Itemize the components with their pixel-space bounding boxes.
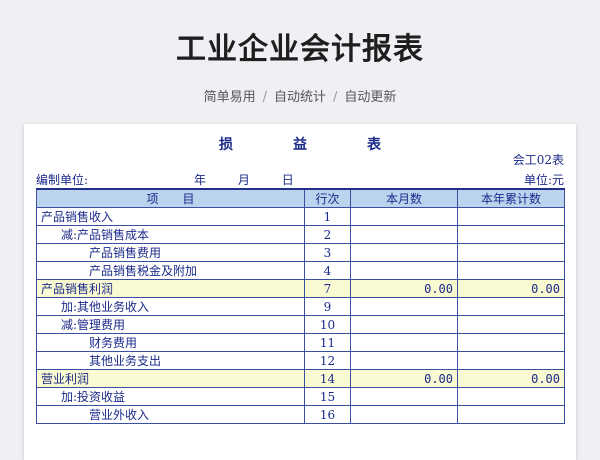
row-prefix: 减: bbox=[61, 228, 78, 242]
table-row: 减:管理费用 10 bbox=[36, 315, 565, 334]
row-line-number[interactable]: 12 bbox=[304, 351, 351, 370]
row-prefix: 加: bbox=[61, 390, 78, 404]
row-month-amount[interactable] bbox=[350, 315, 458, 334]
table-row: 产品销售利润 7 0.00 0.00 bbox=[36, 279, 565, 298]
row-item-cell[interactable]: 营业利润 bbox=[36, 369, 305, 388]
column-header-ytd: 本年累计数 bbox=[457, 188, 565, 208]
income-statement-table: 项 目 行次 本月数 本年累计数 产品销售收入 1 减:产品销售成本 2 产品销售费用 3… bbox=[36, 188, 565, 424]
row-ytd-amount[interactable] bbox=[457, 261, 565, 280]
row-ytd-amount[interactable] bbox=[457, 315, 565, 334]
row-month-amount[interactable] bbox=[350, 387, 458, 406]
separator: / bbox=[262, 90, 267, 105]
row-item-cell[interactable]: 产品销售费用 bbox=[36, 243, 305, 262]
row-item-cell[interactable]: 产品销售税金及附加 bbox=[36, 261, 305, 280]
row-label: 财务费用 bbox=[89, 336, 138, 350]
column-header-line: 行次 bbox=[304, 188, 351, 208]
row-item-cell[interactable]: 财务费用 bbox=[36, 333, 305, 352]
row-line-number[interactable]: 2 bbox=[304, 225, 351, 244]
row-line-number[interactable]: 4 bbox=[304, 261, 351, 280]
column-header-month: 本月数 bbox=[350, 188, 458, 208]
report-title: 损益表 bbox=[219, 137, 441, 153]
table-row: 减:产品销售成本 2 bbox=[36, 225, 565, 244]
row-item-cell[interactable]: 减:管理费用 bbox=[36, 315, 305, 334]
table-row: 财务费用 11 bbox=[36, 333, 565, 352]
row-month-amount[interactable] bbox=[350, 243, 458, 262]
row-line-number[interactable]: 3 bbox=[304, 243, 351, 262]
row-label: 其他业务收入 bbox=[77, 300, 150, 314]
row-ytd-amount[interactable] bbox=[457, 405, 565, 424]
row-ytd-amount[interactable] bbox=[457, 351, 565, 370]
report-sheet: 损益表 会工02表 编制单位: 年 月 日 单位:元 项 目 行次 本月数 本年… bbox=[24, 124, 576, 460]
row-label: 投资收益 bbox=[77, 390, 126, 404]
separator: / bbox=[333, 90, 338, 105]
row-line-number[interactable]: 15 bbox=[304, 387, 351, 406]
table-row: 营业外收入 16 bbox=[36, 405, 565, 424]
row-month-amount[interactable]: 0.00 bbox=[350, 369, 458, 388]
month-label: 月 bbox=[237, 173, 250, 187]
table-row: 产品销售收入 1 bbox=[36, 207, 565, 226]
row-label: 其他业务支出 bbox=[89, 354, 162, 368]
feature-auto-update: 自动更新 bbox=[344, 90, 397, 105]
report-date: 年 月 日 bbox=[194, 171, 322, 188]
row-month-amount[interactable] bbox=[350, 297, 458, 316]
row-prefix: 加: bbox=[61, 300, 78, 314]
row-item-cell[interactable]: 减:产品销售成本 bbox=[36, 225, 305, 244]
row-label: 产品销售成本 bbox=[77, 228, 150, 242]
currency-unit: 单位:元 bbox=[523, 173, 564, 187]
row-line-number[interactable]: 9 bbox=[304, 297, 351, 316]
row-ytd-amount[interactable] bbox=[457, 243, 565, 262]
row-prefix: 减: bbox=[61, 318, 78, 332]
table-row: 产品销售费用 3 bbox=[36, 243, 565, 262]
table-header-row: 项 目 行次 本月数 本年累计数 bbox=[36, 188, 565, 208]
row-item-cell[interactable]: 产品销售收入 bbox=[36, 207, 305, 226]
row-ytd-amount[interactable] bbox=[457, 297, 565, 316]
row-ytd-amount[interactable]: 0.00 bbox=[457, 369, 565, 388]
row-label: 产品销售收入 bbox=[41, 210, 114, 224]
preparing-unit-label: 编制单位: bbox=[36, 173, 89, 187]
row-item-cell[interactable]: 其他业务支出 bbox=[36, 351, 305, 370]
column-header-item: 项 目 bbox=[36, 188, 305, 208]
table-row: 其他业务支出 12 bbox=[36, 351, 565, 370]
row-month-amount[interactable] bbox=[350, 261, 458, 280]
row-ytd-amount[interactable] bbox=[457, 225, 565, 244]
row-month-amount[interactable]: 0.00 bbox=[350, 279, 458, 298]
form-code: 会工02表 bbox=[512, 153, 564, 167]
row-item-cell[interactable]: 加:投资收益 bbox=[36, 387, 305, 406]
row-label: 管理费用 bbox=[77, 318, 126, 332]
table-row: 加:其他业务收入 9 bbox=[36, 297, 565, 316]
row-line-number[interactable]: 10 bbox=[304, 315, 351, 334]
feature-auto-stats: 自动统计 bbox=[273, 90, 326, 105]
row-month-amount[interactable] bbox=[350, 405, 458, 424]
row-line-number[interactable]: 1 bbox=[304, 207, 351, 226]
table-row: 产品销售税金及附加 4 bbox=[36, 261, 565, 280]
row-month-amount[interactable] bbox=[350, 207, 458, 226]
day-label: 日 bbox=[281, 173, 294, 187]
row-item-cell[interactable]: 加:其他业务收入 bbox=[36, 297, 305, 316]
row-line-number[interactable]: 7 bbox=[304, 279, 351, 298]
row-ytd-amount[interactable] bbox=[457, 333, 565, 352]
row-month-amount[interactable] bbox=[350, 351, 458, 370]
row-label: 营业外收入 bbox=[89, 408, 150, 422]
feature-tagline: 简单易用 / 自动统计 / 自动更新 bbox=[0, 86, 600, 105]
table-row: 营业利润 14 0.00 0.00 bbox=[36, 369, 565, 388]
row-item-cell[interactable]: 产品销售利润 bbox=[36, 279, 305, 298]
year-label: 年 bbox=[194, 173, 207, 187]
row-label: 产品销售税金及附加 bbox=[89, 264, 198, 278]
row-label: 营业利润 bbox=[41, 372, 90, 386]
table-row: 加:投资收益 15 bbox=[36, 387, 565, 406]
row-line-number[interactable]: 16 bbox=[304, 405, 351, 424]
row-label: 产品销售费用 bbox=[89, 246, 162, 260]
row-month-amount[interactable] bbox=[350, 225, 458, 244]
row-line-number[interactable]: 14 bbox=[304, 369, 351, 388]
page-title: 工业企业会计报表 bbox=[176, 32, 424, 67]
row-line-number[interactable]: 11 bbox=[304, 333, 351, 352]
row-ytd-amount[interactable]: 0.00 bbox=[457, 279, 565, 298]
row-ytd-amount[interactable] bbox=[457, 387, 565, 406]
feature-easy: 简单易用 bbox=[203, 90, 256, 105]
row-month-amount[interactable] bbox=[350, 333, 458, 352]
row-ytd-amount[interactable] bbox=[457, 207, 565, 226]
row-label: 产品销售利润 bbox=[41, 282, 114, 296]
row-item-cell[interactable]: 营业外收入 bbox=[36, 405, 305, 424]
